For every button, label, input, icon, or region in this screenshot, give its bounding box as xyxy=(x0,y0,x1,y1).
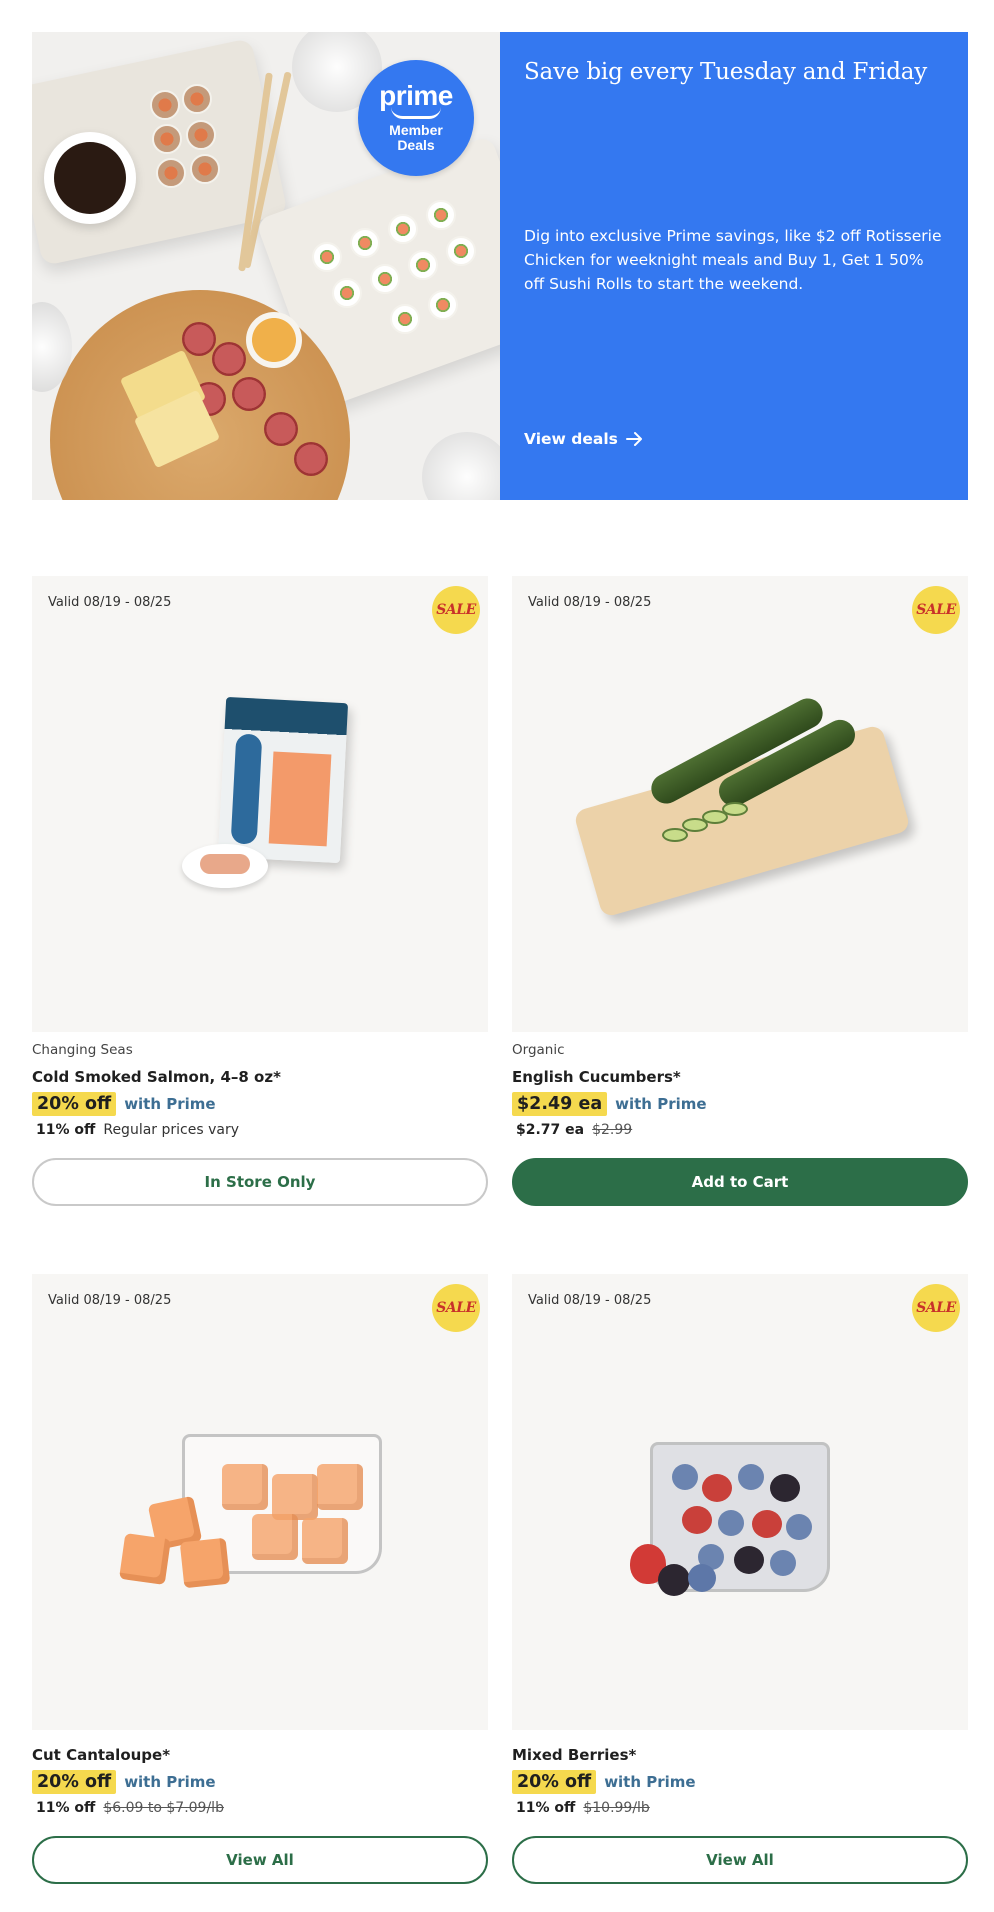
product-image[interactable]: Valid 08/19 - 08/25 SALE xyxy=(32,576,488,1032)
prime-member-deals-badge: prime Member Deals xyxy=(358,60,474,176)
blackberry xyxy=(658,1564,690,1596)
product-card-english-cucumbers[interactable]: Valid 08/19 - 08/25 SALE Organic English… xyxy=(512,576,968,1206)
prime-deals-hero: prime Member Deals Save big every Tuesda… xyxy=(32,32,968,500)
hero-title: Save big every Tuesday and Friday xyxy=(524,59,928,85)
product-image[interactable]: Valid 08/19 - 08/25 SALE xyxy=(512,1274,968,1730)
soy-sauce-bowl xyxy=(44,132,136,224)
sale-badge: SALE xyxy=(912,1284,960,1332)
badge-line-deals: Deals xyxy=(397,137,435,153)
product-brand: Organic xyxy=(512,1042,565,1058)
product-name[interactable]: Cold Smoked Salmon, 4–8 oz* xyxy=(32,1068,488,1086)
with-prime-label: with Prime xyxy=(604,1773,696,1791)
fish-icon xyxy=(230,733,263,845)
with-prime-label: with Prime xyxy=(124,1773,216,1791)
valid-dates: Valid 08/19 - 08/25 xyxy=(528,1293,652,1308)
sale-badge: SALE xyxy=(432,1284,480,1332)
deal-price: $2.49 ea xyxy=(512,1092,608,1116)
prime-smile-icon xyxy=(391,107,441,119)
product-card-smoked-salmon[interactable]: Valid 08/19 - 08/25 SALE Changing Seas C… xyxy=(32,576,488,1206)
regular-discount: 11% off $10.99/lb xyxy=(512,1800,968,1816)
regular-discount-value: 11% off xyxy=(36,1122,96,1138)
view-all-button[interactable]: View All xyxy=(32,1836,488,1884)
deal-price: 20% off xyxy=(32,1092,117,1116)
regular-discount: 11% off Regular prices vary xyxy=(32,1122,488,1138)
prime-deal: 20% off with Prime xyxy=(512,1770,968,1794)
sale-badge: SALE xyxy=(432,586,480,634)
with-prime-label: with Prime xyxy=(615,1095,707,1113)
in-store-only-button[interactable]: In Store Only xyxy=(32,1158,488,1206)
original-price: $2.99 xyxy=(592,1122,633,1138)
product-card-mixed-berries[interactable]: Valid 08/19 - 08/25 SALE Mixed Berries* … xyxy=(512,1274,968,1884)
prime-deal: 20% off with Prime xyxy=(32,1092,488,1116)
hero-image: prime Member Deals xyxy=(32,32,500,500)
with-prime-label: with Prime xyxy=(124,1095,216,1113)
deal-price: 20% off xyxy=(512,1770,597,1794)
regular-price-note: Regular prices vary xyxy=(103,1122,239,1138)
prime-deal: 20% off with Prime xyxy=(32,1770,488,1794)
valid-dates: Valid 08/19 - 08/25 xyxy=(48,595,172,610)
blueberry xyxy=(688,1564,716,1592)
product-name[interactable]: Cut Cantaloupe* xyxy=(32,1746,488,1764)
view-all-button[interactable]: View All xyxy=(512,1836,968,1884)
arrow-right-icon xyxy=(625,432,642,446)
regular-discount-value: 11% off xyxy=(36,1800,96,1816)
product-name[interactable]: English Cucumbers* xyxy=(512,1068,968,1086)
product-brand: Changing Seas xyxy=(32,1042,133,1058)
hero-description: Dig into exclusive Prime savings, like $… xyxy=(524,227,942,293)
prime-deal: $2.49 ea with Prime xyxy=(512,1092,968,1116)
hero-text-panel: Save big every Tuesday and Friday Dig in… xyxy=(500,32,968,500)
regular-discount: $2.77 ea $2.99 xyxy=(512,1122,968,1138)
product-image[interactable]: Valid 08/19 - 08/25 SALE xyxy=(32,1274,488,1730)
salmon-package xyxy=(217,696,349,864)
original-price-range: $6.09 to $7.09/lb xyxy=(103,1800,224,1816)
sale-price: $2.77 ea xyxy=(516,1122,585,1138)
original-price: $10.99/lb xyxy=(583,1800,650,1816)
badge-line-member: Member xyxy=(389,122,443,138)
view-deals-link[interactable]: View deals xyxy=(524,430,644,448)
deal-price: 20% off xyxy=(32,1770,117,1794)
regular-discount: 11% off $6.09 to $7.09/lb xyxy=(32,1800,488,1816)
valid-dates: Valid 08/19 - 08/25 xyxy=(48,1293,172,1308)
product-name[interactable]: Mixed Berries* xyxy=(512,1746,968,1764)
product-image[interactable]: Valid 08/19 - 08/25 SALE xyxy=(512,576,968,1032)
view-deals-label: View deals xyxy=(524,430,618,448)
valid-dates: Valid 08/19 - 08/25 xyxy=(528,595,652,610)
prime-logo-text: prime xyxy=(379,80,453,111)
salmon-plate xyxy=(182,844,268,888)
sale-badge: SALE xyxy=(912,586,960,634)
product-card-cut-cantaloupe[interactable]: Valid 08/19 - 08/25 SALE Cut Cantaloupe*… xyxy=(32,1274,488,1884)
regular-discount-value: 11% off xyxy=(516,1800,576,1816)
add-to-cart-button[interactable]: Add to Cart xyxy=(512,1158,968,1206)
